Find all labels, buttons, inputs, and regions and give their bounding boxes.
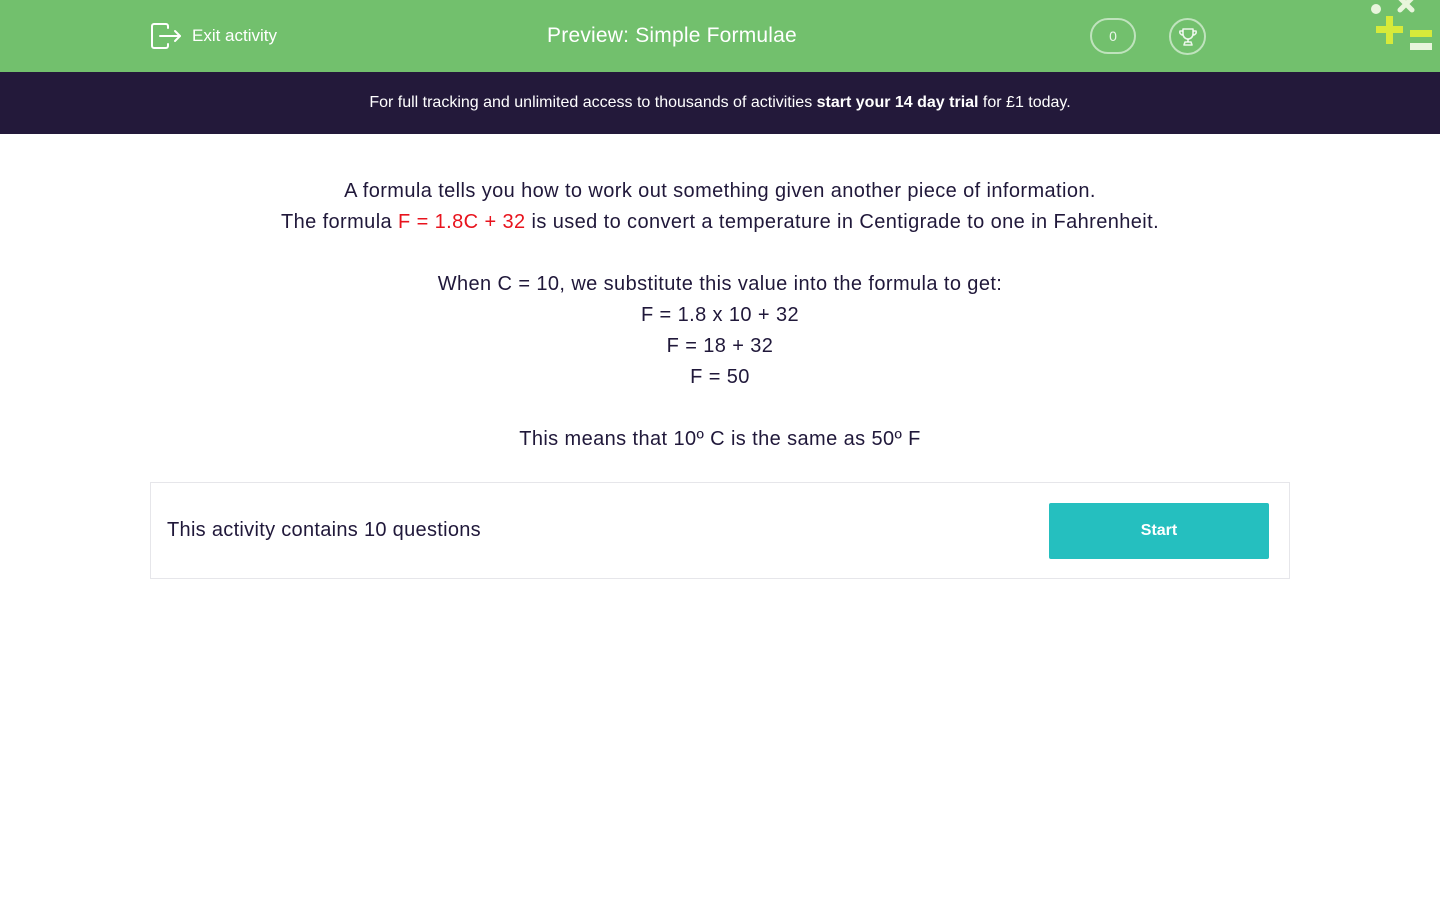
formula-line: The formula F = 1.8C + 32 is used to con… <box>150 207 1290 238</box>
working-step-3: F = 50 <box>690 366 750 388</box>
math-symbols-logo <box>1371 0 1432 50</box>
conclusion-line: This means that 10º C is the same as 50º… <box>519 428 921 450</box>
trophy-button[interactable] <box>1169 18 1206 55</box>
question-count-text: This activity contains 10 questions <box>167 519 481 541</box>
formula-line-suffix: is used to convert a temperature in Cent… <box>525 211 1160 233</box>
top-bar: Exit activity Preview: Simple Formulae 0 <box>0 0 1440 72</box>
promo-banner: For full tracking and unlimited access t… <box>0 72 1440 134</box>
formula-line-prefix: The formula <box>280 211 399 233</box>
promo-text-end: for £1 today. <box>978 94 1071 111</box>
trophy-icon <box>1178 27 1197 46</box>
introduction-text: A formula tells you how to work out some… <box>150 176 1290 455</box>
working-step-2: F = 18 + 32 <box>666 335 774 357</box>
promo-text: For full tracking and unlimited access t… <box>369 94 817 111</box>
page-title: Preview: Simple Formulae <box>547 24 797 47</box>
intro-line: A formula tells you how to work out some… <box>344 180 1096 202</box>
formula: F = 1.8C + 32 <box>398 211 526 233</box>
trial-link[interactable]: start your 14 day trial <box>817 94 979 111</box>
start-button[interactable]: Start <box>1049 503 1269 559</box>
score-badge: 0 <box>1090 18 1136 54</box>
substitution-line: When C = 10, we substitute this value in… <box>437 273 1003 295</box>
working-step-1: F = 1.8 x 10 + 32 <box>640 304 799 326</box>
activity-panel: This activity contains 10 questions Star… <box>150 482 1290 579</box>
